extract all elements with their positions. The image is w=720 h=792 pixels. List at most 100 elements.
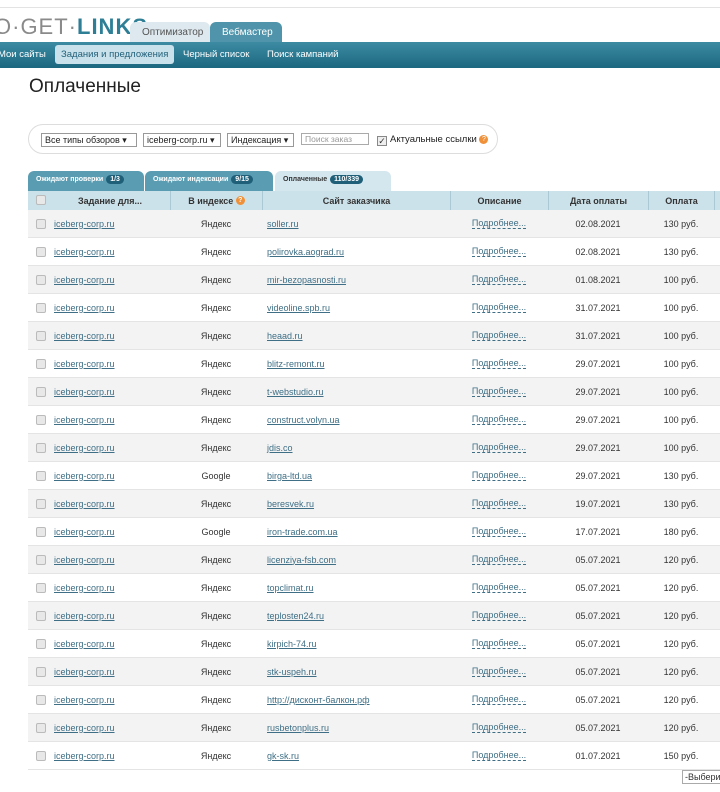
details-link[interactable]: Подробнее... bbox=[471, 722, 527, 733]
client-site-link[interactable]: beresvek.ru bbox=[267, 499, 314, 509]
col-index[interactable]: В индексе ? bbox=[170, 191, 262, 210]
client-site-link[interactable]: blitz-remont.ru bbox=[267, 359, 325, 369]
logo[interactable]: O·GET·LINKS bbox=[0, 14, 148, 40]
row-checkbox[interactable] bbox=[36, 443, 46, 453]
details-link[interactable]: Подробнее... bbox=[471, 694, 527, 705]
col-task[interactable]: Задание для... bbox=[50, 191, 170, 210]
client-site-link[interactable]: gk-sk.ru bbox=[267, 751, 299, 761]
details-link[interactable]: Подробнее... bbox=[471, 302, 527, 313]
task-site-link[interactable]: iceberg-corp.ru bbox=[54, 275, 115, 285]
tab-webmaster[interactable]: Вебмастер bbox=[210, 22, 282, 42]
task-site-link[interactable]: iceberg-corp.ru bbox=[54, 527, 115, 537]
details-link[interactable]: Подробнее... bbox=[471, 750, 527, 761]
task-site-link[interactable]: iceberg-corp.ru bbox=[54, 639, 115, 649]
client-site-link[interactable]: iron-trade.com.ua bbox=[267, 527, 338, 537]
help-icon[interactable]: ? bbox=[235, 196, 245, 205]
row-checkbox[interactable] bbox=[36, 723, 46, 733]
tab-awaiting-indexing[interactable]: Ожидают индексации 9/15 bbox=[145, 171, 273, 191]
row-checkbox[interactable] bbox=[36, 611, 46, 621]
order-search-input[interactable]: Поиск заказ bbox=[301, 133, 369, 145]
task-site-link[interactable]: iceberg-corp.ru bbox=[54, 583, 115, 593]
task-site-link[interactable]: iceberg-corp.ru bbox=[54, 555, 115, 565]
client-site-link[interactable]: stk-uspeh.ru bbox=[267, 667, 317, 677]
details-link[interactable]: Подробнее... bbox=[471, 526, 527, 537]
task-site-link[interactable]: iceberg-corp.ru bbox=[54, 611, 115, 621]
client-site-link[interactable]: topclimat.ru bbox=[267, 583, 314, 593]
task-site-link[interactable]: iceberg-corp.ru bbox=[54, 751, 115, 761]
nav-blacklist[interactable]: Черный список bbox=[183, 49, 249, 60]
client-site-link[interactable]: rusbetonplus.ru bbox=[267, 723, 329, 733]
row-checkbox[interactable] bbox=[36, 751, 46, 761]
details-link[interactable]: Подробнее... bbox=[471, 414, 527, 425]
details-link[interactable]: Подробнее... bbox=[471, 358, 527, 369]
site-select[interactable]: iceberg-corp.ru ▾ bbox=[143, 133, 221, 147]
details-link[interactable]: Подробнее... bbox=[471, 498, 527, 509]
nav-my-sites[interactable]: Мои сайты bbox=[0, 49, 46, 60]
details-link[interactable]: Подробнее... bbox=[471, 638, 527, 649]
client-site-link[interactable]: polirovka.aograd.ru bbox=[267, 247, 344, 257]
details-link[interactable]: Подробнее... bbox=[471, 386, 527, 397]
task-site-link[interactable]: iceberg-corp.ru bbox=[54, 471, 115, 481]
help-icon[interactable]: ? bbox=[479, 134, 489, 144]
col-payment[interactable]: Оплата bbox=[648, 191, 714, 210]
details-link[interactable]: Подробнее... bbox=[471, 554, 527, 565]
row-checkbox[interactable] bbox=[36, 247, 46, 257]
row-checkbox[interactable] bbox=[36, 415, 46, 425]
task-site-link[interactable]: iceberg-corp.ru bbox=[54, 695, 115, 705]
row-checkbox[interactable] bbox=[36, 499, 46, 509]
nav-campaign-search[interactable]: Поиск кампаний bbox=[267, 49, 338, 60]
task-site-link[interactable]: iceberg-corp.ru bbox=[54, 443, 115, 453]
row-checkbox[interactable] bbox=[36, 555, 46, 565]
row-checkbox[interactable] bbox=[36, 219, 46, 229]
client-site-link[interactable]: jdis.co bbox=[267, 443, 293, 453]
task-site-link[interactable]: iceberg-corp.ru bbox=[54, 303, 115, 313]
nav-tasks[interactable]: Задания и предложения bbox=[55, 45, 175, 64]
row-checkbox[interactable] bbox=[36, 359, 46, 369]
client-site-link[interactable]: videoline.spb.ru bbox=[267, 303, 330, 313]
details-link[interactable]: Подробнее... bbox=[471, 442, 527, 453]
select-all-checkbox[interactable] bbox=[36, 195, 46, 205]
row-checkbox[interactable] bbox=[36, 695, 46, 705]
row-checkbox[interactable] bbox=[36, 667, 46, 677]
task-site-link[interactable]: iceberg-corp.ru bbox=[54, 723, 115, 733]
details-link[interactable]: Подробнее... bbox=[471, 218, 527, 229]
client-site-link[interactable]: mir-bezopasnosti.ru bbox=[267, 275, 346, 285]
row-checkbox[interactable] bbox=[36, 471, 46, 481]
review-type-select[interactable]: Все типы обзоров ▾ bbox=[41, 133, 137, 147]
tab-optimizer[interactable]: Оптимизатор bbox=[130, 22, 210, 42]
row-checkbox[interactable] bbox=[36, 583, 46, 593]
row-checkbox[interactable] bbox=[36, 275, 46, 285]
details-link[interactable]: Подробнее... bbox=[471, 666, 527, 677]
row-checkbox[interactable] bbox=[36, 527, 46, 537]
tab-awaiting-review[interactable]: Ожидают проверки 1/3 bbox=[28, 171, 144, 191]
client-site-link[interactable]: licenziya-fsb.com bbox=[267, 555, 336, 565]
indexing-select[interactable]: Индексация ▾ bbox=[227, 133, 294, 147]
col-description[interactable]: Описание bbox=[450, 191, 548, 210]
task-site-link[interactable]: iceberg-corp.ru bbox=[54, 331, 115, 341]
task-site-link[interactable]: iceberg-corp.ru bbox=[54, 387, 115, 397]
client-site-link[interactable]: construct.volyn.ua bbox=[267, 415, 340, 425]
col-client-site[interactable]: Сайт заказчика bbox=[262, 191, 450, 210]
task-site-link[interactable]: iceberg-corp.ru bbox=[54, 667, 115, 677]
client-site-link[interactable]: birga-ltd.ua bbox=[267, 471, 312, 481]
task-site-link[interactable]: iceberg-corp.ru bbox=[54, 415, 115, 425]
row-checkbox[interactable] bbox=[36, 387, 46, 397]
client-site-link[interactable]: soller.ru bbox=[267, 219, 299, 229]
details-link[interactable]: Подробнее... bbox=[471, 330, 527, 341]
task-site-link[interactable]: iceberg-corp.ru bbox=[54, 219, 115, 229]
client-site-link[interactable]: teplosten24.ru bbox=[267, 611, 324, 621]
details-link[interactable]: Подробнее... bbox=[471, 470, 527, 481]
details-link[interactable]: Подробнее... bbox=[471, 610, 527, 621]
task-site-link[interactable]: iceberg-corp.ru bbox=[54, 499, 115, 509]
client-site-link[interactable]: kirpich-74.ru bbox=[267, 639, 317, 649]
actual-links-checkbox[interactable]: ✓ bbox=[377, 136, 387, 146]
col-payment-date[interactable]: Дата оплаты bbox=[548, 191, 648, 210]
tab-paid[interactable]: Оплаченные 110/339 bbox=[275, 171, 391, 191]
task-site-link[interactable]: iceberg-corp.ru bbox=[54, 247, 115, 257]
details-link[interactable]: Подробнее... bbox=[471, 274, 527, 285]
action-select[interactable]: -Выбери bbox=[682, 770, 720, 784]
client-site-link[interactable]: http://дисконт-балкон.рф bbox=[267, 695, 370, 705]
details-link[interactable]: Подробнее... bbox=[471, 246, 527, 257]
row-checkbox[interactable] bbox=[36, 303, 46, 313]
row-checkbox[interactable] bbox=[36, 331, 46, 341]
